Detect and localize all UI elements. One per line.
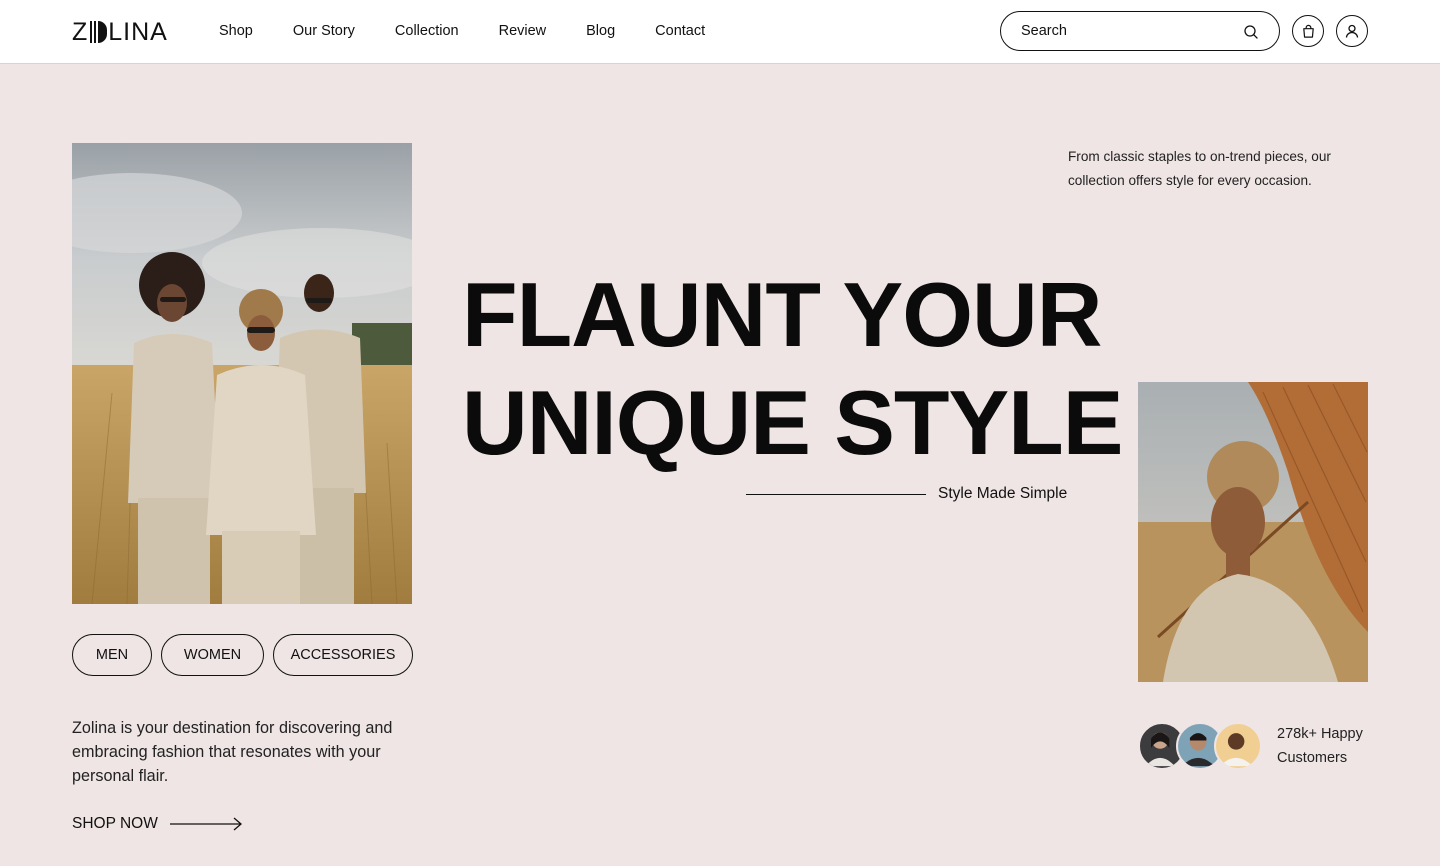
hero-tagline: Style Made Simple [938, 485, 1068, 502]
nav-blog[interactable]: Blog [586, 21, 615, 41]
site-header: Z LINA Shop Our Story Collection Review … [0, 0, 1440, 64]
tagline-divider [746, 494, 926, 496]
search-icon[interactable] [1243, 24, 1259, 40]
happy-customers-count: 278k+ Happy Customers [1277, 722, 1363, 770]
nav-our-story[interactable]: Our Story [293, 21, 355, 41]
collection-blurb: From classic staples to on-trend pieces,… [1068, 149, 1331, 188]
logo-prefix: Z [72, 17, 89, 46]
customer-avatars [1138, 722, 1268, 770]
arrow-right-icon [169, 817, 242, 831]
search-box [1000, 11, 1280, 51]
category-accessories-button[interactable]: ACCESSORIES [273, 634, 413, 676]
account-button[interactable] [1336, 15, 1368, 47]
avatar [1214, 722, 1262, 770]
logo-o-mark [89, 21, 108, 43]
hero-image-woman-parasol [1138, 382, 1368, 682]
nav-collection[interactable]: Collection [395, 21, 459, 41]
hero-image-group-models [72, 143, 412, 604]
logo-suffix: LINA [108, 17, 168, 46]
hero-headline-line-2: UNIQUE STYLE [462, 373, 1123, 474]
happy-customers-line-2: Customers [1277, 750, 1348, 766]
nav-shop[interactable]: Shop [219, 21, 253, 41]
category-filters: MEN WOMEN ACCESSORIES [72, 634, 422, 676]
hero-headline: FLAUNT YOUR UNIQUE STYLE [462, 262, 1123, 478]
main-nav: Shop Our Story Collection Review Blog Co… [219, 21, 745, 41]
hero-headline-line-1: FLAUNT YOUR [462, 265, 1102, 366]
logo[interactable]: Z LINA [72, 17, 168, 46]
intro-text: Zolina is your destination for discoveri… [72, 719, 393, 785]
shop-now-label: SHOP NOW [72, 815, 158, 832]
user-icon [1345, 24, 1359, 38]
category-women-button[interactable]: WOMEN [161, 634, 264, 676]
category-men-button[interactable]: MEN [72, 634, 152, 676]
cart-button[interactable] [1292, 15, 1324, 47]
happy-customers-line-1: 278k+ Happy [1277, 726, 1363, 742]
nav-review[interactable]: Review [499, 21, 547, 41]
shop-now-link[interactable]: SHOP NOW [72, 815, 244, 833]
search-input[interactable] [1021, 21, 1241, 41]
nav-contact[interactable]: Contact [655, 21, 705, 41]
bag-icon [1302, 24, 1314, 38]
